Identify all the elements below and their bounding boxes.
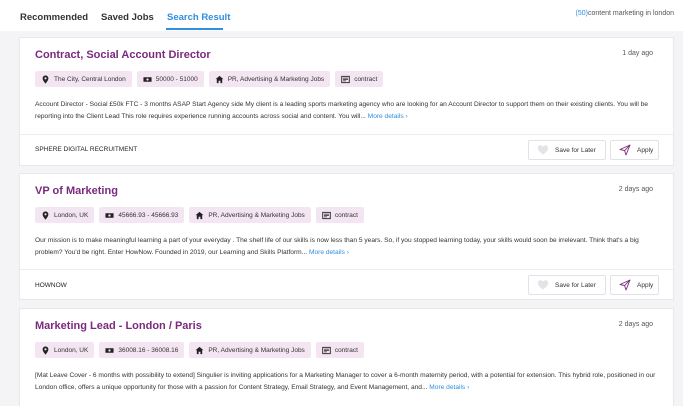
- company-name: HOWNOW: [35, 282, 67, 289]
- salary-tag: 45666.93 - 45666.93: [99, 207, 185, 223]
- job-description: [Mat Leave Cover - 6 months with possibi…: [35, 370, 665, 393]
- home-icon: [195, 211, 204, 219]
- contract-icon: [322, 211, 331, 219]
- job-type-tag: contract: [335, 71, 384, 87]
- tab-search-result[interactable]: Search Result: [167, 12, 230, 23]
- posted-age: 1 day ago: [622, 50, 653, 57]
- tab-recommended[interactable]: Recommended: [20, 12, 88, 23]
- save-for-later-button[interactable]: Save for Later: [528, 140, 606, 160]
- salary-tag: 36008.16 - 36008.16: [99, 342, 185, 358]
- posted-age: 2 days ago: [618, 321, 653, 328]
- job-type-text: contract: [354, 75, 378, 83]
- save-for-later-button[interactable]: Save for Later: [528, 275, 606, 295]
- posted-age: 2 days ago: [618, 186, 653, 193]
- money-icon: [105, 212, 114, 218]
- category-tag: PR, Advertising & Marketing Jobs: [208, 71, 331, 87]
- job-type-tag: contract: [315, 342, 364, 358]
- more-details-label: More details: [367, 112, 404, 120]
- description-text: Account Director - Social £50k FTC - 3 m…: [35, 101, 649, 120]
- location-pin-icon: [42, 210, 49, 220]
- money-icon: [143, 76, 152, 82]
- send-icon: [619, 144, 631, 156]
- location-tag: London, UK: [35, 342, 95, 358]
- result-count: (50): [575, 10, 588, 17]
- chevron-right-icon: ›: [405, 112, 408, 120]
- apply-label: Apply: [637, 281, 654, 289]
- tab-saved-jobs[interactable]: Saved Jobs: [101, 12, 154, 23]
- more-details-link[interactable]: More details ›: [368, 113, 408, 120]
- card-divider: [20, 134, 673, 135]
- location-text: London, UK: [54, 211, 89, 219]
- apply-button[interactable]: Apply: [610, 275, 659, 295]
- location-tag: The City, Central London: [35, 71, 132, 87]
- tab-bar: Recommended Saved Jobs Search Result (50…: [0, 0, 683, 31]
- job-title[interactable]: Marketing Lead - London / Paris: [35, 320, 202, 332]
- job-title[interactable]: Contract, Social Account Director: [35, 49, 211, 61]
- job-type-text: contract: [334, 346, 358, 354]
- more-details-label: More details: [308, 248, 345, 256]
- location-text: London, UK: [54, 346, 89, 354]
- job-card: VP of Marketing 2 days ago London, UK 45…: [19, 173, 674, 300]
- company-name: SPHERE DIGITAL RECRUITMENT: [35, 146, 138, 153]
- heart-icon: [537, 145, 549, 155]
- more-details-link[interactable]: More details ›: [309, 249, 349, 256]
- contract-icon: [322, 346, 331, 354]
- more-details-link[interactable]: More details ›: [429, 384, 469, 391]
- job-tags: London, UK 45666.93 - 45666.93 PR, Adver…: [35, 207, 364, 223]
- save-for-later-label: Save for Later: [555, 281, 596, 289]
- heart-icon: [537, 280, 549, 290]
- category-tag: PR, Advertising & Marketing Jobs: [189, 342, 311, 358]
- home-icon: [215, 75, 224, 83]
- salary-tag: 50000 - 51000: [136, 71, 204, 87]
- job-description: Account Director - Social £50k FTC - 3 m…: [35, 99, 665, 122]
- location-tag: London, UK: [35, 207, 95, 223]
- job-card: Contract, Social Account Director 1 day …: [19, 37, 674, 166]
- job-tags: The City, Central London 50000 - 51000 P…: [35, 71, 384, 87]
- more-details-label: More details: [429, 383, 466, 391]
- active-tab-indicator: [166, 28, 223, 30]
- job-type-tag: contract: [315, 207, 364, 223]
- search-query: content marketing in london: [588, 10, 674, 17]
- apply-button[interactable]: Apply: [610, 140, 659, 160]
- salary-text: 50000 - 51000: [155, 75, 198, 83]
- category-tag: PR, Advertising & Marketing Jobs: [189, 207, 311, 223]
- send-icon: [619, 279, 631, 291]
- job-card: Marketing Lead - London / Paris 2 days a…: [19, 308, 674, 406]
- salary-text: 45666.93 - 45666.93: [118, 211, 179, 219]
- home-icon: [195, 346, 204, 354]
- search-summary: (50)content marketing in london: [576, 10, 674, 17]
- card-divider: [20, 269, 673, 270]
- category-text: PR, Advertising & Marketing Jobs: [208, 211, 305, 219]
- job-description: Our mission is to make meaningful learni…: [35, 235, 665, 258]
- location-pin-icon: [42, 345, 49, 355]
- job-type-text: contract: [334, 211, 358, 219]
- location-text: The City, Central London: [54, 75, 126, 83]
- job-title[interactable]: VP of Marketing: [35, 185, 118, 197]
- chevron-right-icon: ›: [346, 248, 349, 256]
- apply-label: Apply: [637, 146, 654, 154]
- category-text: PR, Advertising & Marketing Jobs: [208, 346, 305, 354]
- description-text: [Mat Leave Cover - 6 months with possibi…: [35, 372, 656, 391]
- job-tags: London, UK 36008.16 - 36008.16 PR, Adver…: [35, 342, 364, 358]
- money-icon: [105, 347, 114, 353]
- location-pin-icon: [42, 74, 49, 84]
- chevron-right-icon: ›: [467, 383, 470, 391]
- contract-icon: [341, 75, 350, 83]
- save-for-later-label: Save for Later: [555, 146, 596, 154]
- salary-text: 36008.16 - 36008.16: [118, 346, 179, 354]
- category-text: PR, Advertising & Marketing Jobs: [227, 75, 325, 83]
